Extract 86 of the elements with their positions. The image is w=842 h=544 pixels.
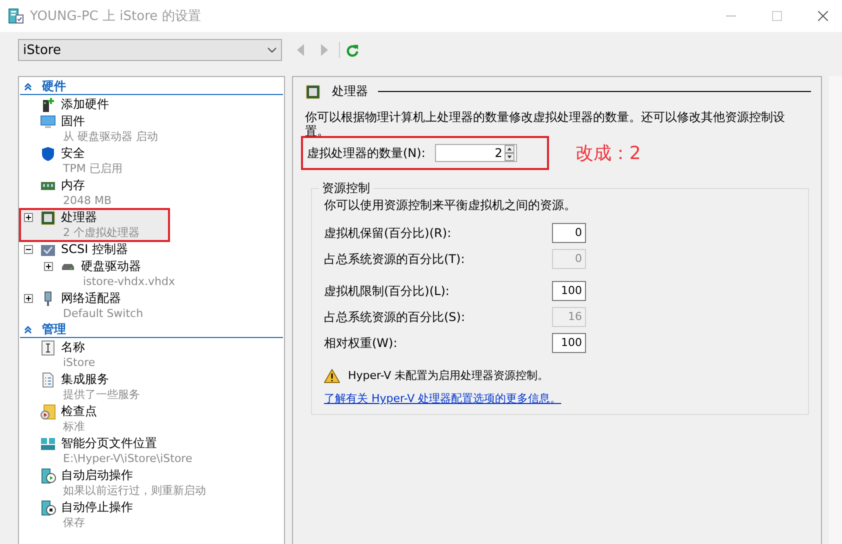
expand-toggle-icon[interactable] [24, 213, 33, 222]
item-detail: E:\Hyper-V\iStore\iStore [62, 451, 192, 467]
section-header[interactable]: 硬件 [20, 79, 283, 95]
field-label: 占总系统资源的百分比(S): [324, 308, 466, 326]
item-name: 安全 [61, 145, 86, 161]
tree-item[interactable]: 检查点 标准 [20, 403, 283, 435]
item-detail: 保存 [62, 515, 86, 531]
item-name: 集成服务 [61, 371, 110, 387]
processor-chip-icon [305, 84, 321, 100]
text-cursor-icon [40, 340, 56, 356]
spin-arrows-icon [504, 145, 516, 161]
item-name: 添加硬件 [61, 96, 109, 112]
collapse-icon [24, 82, 32, 90]
tree-item[interactable]: 内存 2048 MB [20, 177, 283, 209]
warning-text: Hyper-V 未配置为启用处理器资源控制。 [348, 368, 549, 383]
item-detail: istore-vhdx.vhdx [82, 274, 175, 290]
section-title: 硬件 [42, 78, 66, 95]
item-name: 自动启动操作 [61, 467, 134, 483]
expand-toggle-icon[interactable] [24, 294, 33, 303]
number-field[interactable]: 0 [552, 223, 586, 243]
item-detail: 2048 MB [62, 193, 112, 209]
back-icon[interactable] [297, 44, 305, 56]
item-name: 检查点 [61, 403, 97, 419]
field-label: 虚拟处理器的数量(N): [307, 144, 426, 162]
tree-item[interactable]: 集成服务 提供了一些服务 [20, 371, 283, 403]
forward-icon[interactable] [320, 44, 328, 56]
item-detail: 标准 [62, 419, 86, 435]
group-description: 你可以使用资源控制来平衡虚拟机之间的资源。 [324, 197, 577, 214]
annotation-note: 改成：2 [575, 142, 641, 165]
tree-item[interactable]: 名称 iStore [20, 339, 283, 371]
tree-item[interactable]: 安全 TPM 已启用 [20, 145, 283, 177]
field-label: 虚拟机限制(百分比)(L): [324, 282, 450, 300]
field-label: 占总系统资源的百分比(T): [324, 250, 465, 268]
section-title: 管理 [42, 321, 66, 338]
item-name: 智能分页文件位置 [61, 435, 158, 451]
expand-toggle-icon[interactable] [24, 245, 33, 254]
help-link[interactable]: 了解有关 Hyper-V 处理器配置选项的更多信息。 [324, 391, 562, 406]
tree-item[interactable]: 自动启动操作 如果以前运行过，则重新启动 [20, 467, 283, 499]
collapse-icon [24, 326, 32, 334]
tree-item[interactable]: 硬盘驱动器 istore-vhdx.vhdx [20, 258, 283, 290]
item-name: 固件 [61, 113, 86, 129]
item-name: 网络适配器 [61, 290, 122, 306]
window-title: YOUNG-PC 上 iStore 的设置 [30, 8, 201, 25]
item-detail: 如果以前运行过，则重新启动 [62, 483, 206, 499]
item-detail: 从 硬盘驱动器 启动 [62, 129, 158, 145]
number-field[interactable]: 100 [552, 281, 586, 301]
shield-icon [40, 146, 56, 162]
expand-toggle-icon[interactable] [44, 262, 53, 271]
item-name: 自动停止操作 [61, 499, 133, 515]
item-detail: Default Switch [62, 306, 144, 322]
tree-item[interactable]: 处理器 2 个虚拟处理器 [20, 209, 169, 241]
settings-window-icon [8, 8, 24, 24]
checklist-icon [40, 372, 56, 388]
tree-item[interactable]: 固件 从 硬盘驱动器 启动 [20, 113, 283, 145]
item-name: 名称 [61, 339, 86, 355]
tree-item[interactable]: SCSI 控制器 [20, 241, 283, 258]
warning-icon [324, 368, 340, 382]
item-detail: iStore [62, 355, 96, 371]
item-name: SCSI 控制器 [61, 241, 128, 257]
vm-selector[interactable]: iStore [18, 39, 282, 61]
tree-item[interactable]: 自动停止操作 保存 [20, 499, 283, 531]
hardware-plus-icon [40, 97, 56, 113]
item-name: 内存 [61, 177, 86, 193]
number-field[interactable]: 100 [552, 333, 586, 353]
play-server-icon [40, 468, 56, 484]
item-detail: 提供了一些服务 [62, 387, 140, 403]
monitor-icon [40, 114, 56, 130]
item-name: 硬盘驱动器 [81, 258, 142, 274]
tree-item[interactable]: 网络适配器 Default Switch [20, 290, 283, 322]
processor-count-spinner[interactable]: 2 [435, 144, 518, 162]
tree-item[interactable]: 智能分页文件位置 E:\Hyper-V\iStore\iStore [20, 435, 283, 467]
processor-chip-icon [40, 210, 56, 226]
chevron-down-icon [267, 47, 277, 53]
item-detail: TPM 已启用 [62, 161, 122, 177]
refresh-icon[interactable] [346, 44, 359, 56]
close-icon[interactable] [818, 11, 828, 21]
item-name: 处理器 [61, 209, 98, 225]
group-title: 资源控制 [321, 180, 371, 197]
field-label: 虚拟机保留(百分比)(R): [324, 224, 452, 242]
section-header[interactable]: 管理 [20, 322, 283, 338]
field-label: 相对权重(W): [324, 334, 398, 352]
tree-item[interactable]: 添加硬件 [20, 96, 283, 113]
item-detail: 2 个虚拟处理器 [62, 225, 140, 241]
panel-heading: 处理器 [332, 83, 368, 100]
panel-description: 你可以根据物理计算机上处理器的数量修改虚拟处理器的数量。还可以修改其他资源控制设置。 [305, 110, 786, 138]
stop-server-icon [40, 500, 56, 516]
